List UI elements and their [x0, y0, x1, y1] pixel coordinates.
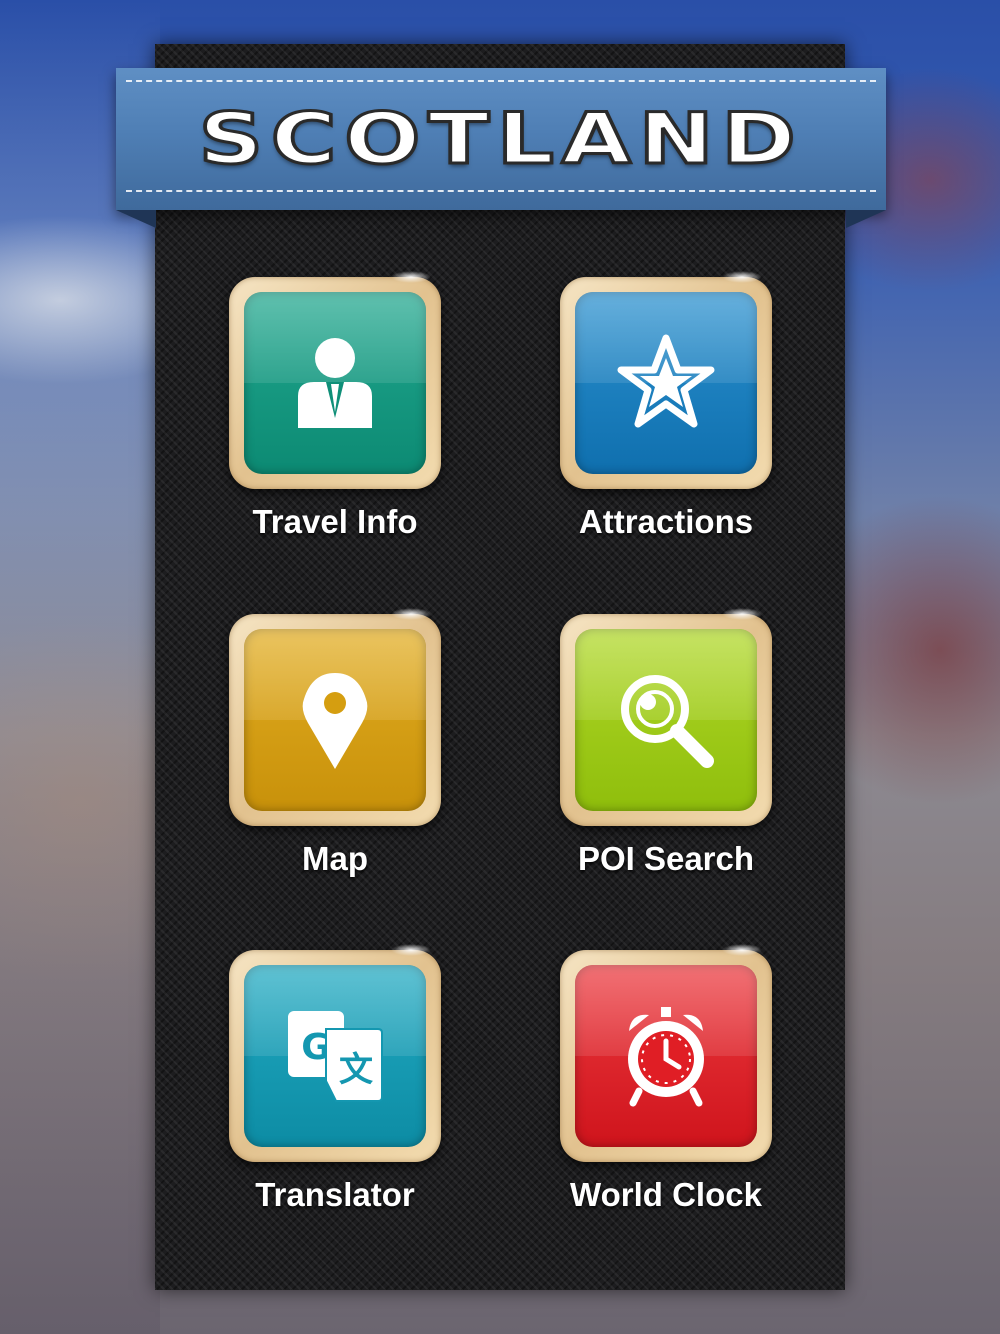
- banner-fold-right: [846, 210, 886, 228]
- svg-text:文: 文: [339, 1050, 373, 1090]
- search-icon: [621, 675, 714, 768]
- app-title: SCOTLAND: [197, 97, 804, 182]
- poi-search-label: POI Search: [577, 840, 755, 877]
- alarm-clock-icon: [628, 1007, 704, 1107]
- travel-info-label: Travel Info: [252, 503, 418, 540]
- tile-face: [575, 629, 757, 811]
- tile-face: G 文: [244, 965, 426, 1147]
- map-pin-icon: [302, 673, 368, 769]
- banner-fold-left: [116, 210, 156, 228]
- star-icon: [617, 334, 715, 428]
- translator-label: Translator: [255, 1176, 415, 1213]
- world-clock-label: World Clock: [570, 1176, 762, 1213]
- attractions-label: Attractions: [578, 503, 754, 540]
- tile-face: [244, 629, 426, 811]
- title-banner: SCOTLAND: [116, 68, 886, 210]
- tile-face: [244, 292, 426, 474]
- translate-icon: G 文: [288, 1011, 383, 1102]
- tile-face: [575, 965, 757, 1147]
- tile-face: [575, 292, 757, 474]
- person-icon: [298, 338, 372, 428]
- map-label: Map: [302, 840, 368, 877]
